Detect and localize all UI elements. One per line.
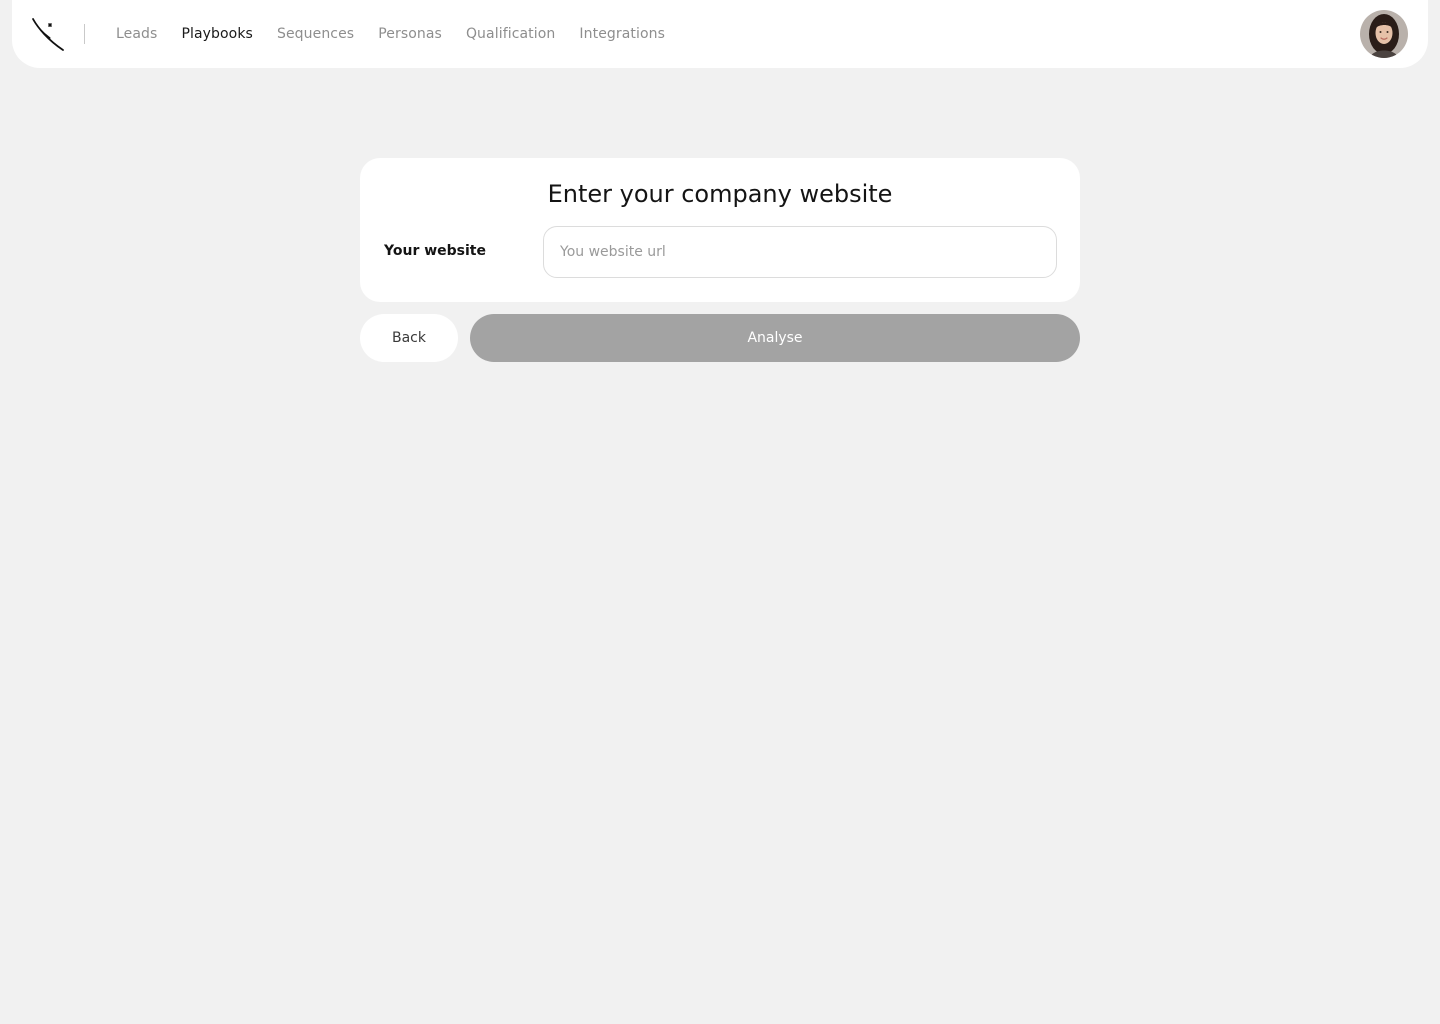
nav-item-leads[interactable]: Leads (116, 26, 157, 42)
main-nav: Leads Playbooks Sequences Personas Quali… (116, 0, 665, 68)
page-title: Enter your company website (547, 180, 893, 208)
user-avatar-icon[interactable] (1360, 10, 1408, 58)
nav-item-playbooks[interactable]: Playbooks (181, 26, 253, 42)
logo-icon[interactable] (30, 16, 66, 52)
website-field-label: Your website (384, 243, 486, 259)
top-navigation-bar: Leads Playbooks Sequences Personas Quali… (12, 0, 1428, 68)
website-url-input[interactable] (543, 226, 1057, 278)
nav-item-personas[interactable]: Personas (378, 26, 442, 42)
nav-item-sequences[interactable]: Sequences (277, 26, 354, 42)
back-button[interactable]: Back (360, 314, 458, 362)
analyse-button[interactable]: Analyse (470, 314, 1080, 362)
header-divider (84, 24, 85, 44)
nav-item-integrations[interactable]: Integrations (579, 26, 665, 42)
nav-item-qualification[interactable]: Qualification (466, 26, 555, 42)
